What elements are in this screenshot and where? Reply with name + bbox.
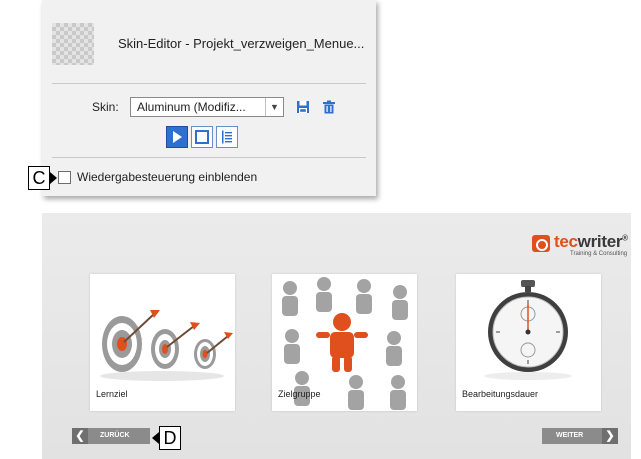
- logo-wordmark: tecwriter®: [554, 232, 628, 251]
- toc-button[interactable]: [216, 126, 238, 148]
- callout-d-arrow: [152, 432, 159, 444]
- borders-icon: [195, 130, 209, 144]
- next-button[interactable]: WEITER ❯: [542, 428, 618, 444]
- divider: [52, 157, 366, 158]
- checkbox-label: Wiedergabesteuerung einblenden: [77, 170, 258, 184]
- skin-editor-panel: Skin-Editor - Projekt_verzweigen_Menue..…: [42, 0, 376, 196]
- callout-c: C: [28, 166, 50, 190]
- playbar-icon: [173, 131, 182, 143]
- stopwatch-image: [484, 280, 572, 380]
- callout-d: D: [159, 426, 181, 450]
- callout-c-arrow: [50, 172, 57, 184]
- trash-icon[interactable]: [322, 100, 336, 114]
- card-lernziel[interactable]: Lernziel: [90, 274, 235, 411]
- logo-mark-icon: [532, 235, 550, 252]
- skin-row: Skin: Aluminum (Modifiz... ▼: [42, 97, 376, 119]
- show-playback-control-checkbox[interactable]: [58, 171, 71, 184]
- chevron-down-icon: ▼: [265, 98, 283, 116]
- chevron-right-icon: ❯: [602, 428, 618, 444]
- chevron-left-icon: ❮: [72, 428, 88, 444]
- logo-subtitle: Training & Consulting: [570, 251, 628, 257]
- divider: [52, 83, 366, 84]
- card-label: Bearbeitungsdauer: [462, 389, 539, 399]
- tecwriter-logo: tecwriter® Training & Consulting: [532, 232, 628, 258]
- project-preview: tecwriter® Training & Consulting Lernzie…: [42, 213, 631, 459]
- card-bearbeitungsdauer[interactable]: Bearbeitungsdauer: [456, 274, 601, 411]
- skin-dropdown-value: Aluminum (Modifiz...: [137, 100, 246, 114]
- panel-title: Skin-Editor - Projekt_verzweigen_Menue..…: [118, 36, 365, 51]
- card-label: Lernziel: [96, 389, 128, 399]
- skin-dropdown[interactable]: Aluminum (Modifiz... ▼: [130, 97, 284, 117]
- borders-button[interactable]: [191, 126, 213, 148]
- skin-editor-header: Skin-Editor - Projekt_verzweigen_Menue..…: [42, 0, 376, 80]
- card-label: Zielgruppe: [278, 389, 321, 399]
- next-button-label: WEITER: [556, 432, 584, 439]
- toc-icon: [222, 130, 232, 144]
- targets-image: [100, 310, 233, 381]
- skin-thumbnail: [52, 23, 94, 65]
- back-button-label: ZURÜCK: [100, 432, 130, 439]
- skin-label: Skin:: [92, 100, 119, 114]
- card-zielgruppe[interactable]: Zielgruppe: [272, 274, 417, 411]
- back-button[interactable]: ❮ ZURÜCK: [72, 428, 150, 444]
- playbar-button[interactable]: [166, 126, 188, 148]
- save-icon[interactable]: [296, 100, 310, 114]
